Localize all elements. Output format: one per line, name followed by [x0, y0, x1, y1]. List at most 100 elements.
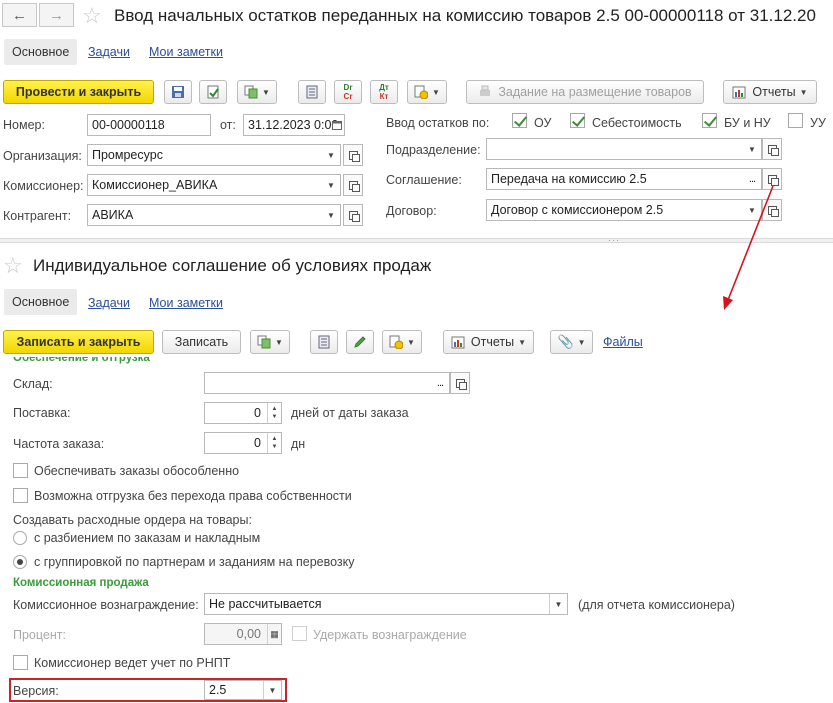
- version-value: 2.5: [209, 683, 227, 697]
- dr-icon-text: Dr: [343, 83, 353, 92]
- tab-main[interactable]: Основное: [4, 39, 78, 65]
- chevron-down-icon[interactable]: ▼: [743, 200, 761, 220]
- back-button[interactable]: ←: [2, 3, 37, 27]
- attachments-menu-button[interactable]: ▼: [382, 330, 422, 354]
- percent-value: 0,00: [236, 627, 261, 641]
- withhold-reward-label: Удержать вознаграждение: [313, 628, 467, 642]
- dt-cr-button[interactable]: Dr Cr: [334, 80, 362, 104]
- splitter-grip-icon[interactable]: ···: [608, 235, 620, 245]
- frequency-input[interactable]: 0 ▲ ▼: [204, 432, 282, 454]
- create-based-icon: [257, 335, 271, 349]
- chevron-down-icon: ▼: [275, 337, 283, 347]
- report-chart-icon: [732, 86, 746, 98]
- bu-nu-checkbox[interactable]: [702, 113, 717, 128]
- favorite-star-icon[interactable]: ☆: [82, 5, 102, 27]
- create-based-on-button[interactable]: ▼: [250, 330, 290, 354]
- agreement-value: Передача на комиссию 2.5: [491, 172, 647, 186]
- attachments-menu-button[interactable]: ▼: [407, 80, 447, 104]
- open-window-icon: [348, 210, 360, 222]
- organization-open-button[interactable]: [343, 144, 363, 166]
- more-dots-icon[interactable]: ...: [743, 169, 761, 189]
- chevron-down-icon[interactable]: ▼: [322, 145, 340, 165]
- window-splitter[interactable]: [0, 238, 833, 243]
- withhold-reward-checkbox: [292, 626, 307, 641]
- counterparty-label: Контрагент:: [3, 209, 72, 223]
- chevron-down-icon[interactable]: ▼: [549, 594, 567, 614]
- tab-tasks[interactable]: Задачи: [88, 296, 130, 310]
- save-button[interactable]: [164, 80, 192, 104]
- files-link[interactable]: Файлы: [603, 335, 643, 349]
- reward-note: (для отчета комиссионера): [578, 598, 735, 612]
- chevron-down-icon[interactable]: ▼: [743, 139, 761, 159]
- structure-button[interactable]: [310, 330, 338, 354]
- tab-notes[interactable]: Мои заметки: [149, 45, 223, 59]
- structure-button[interactable]: [298, 80, 326, 104]
- separate-provision-label: Обеспечивать заказы обособленно: [34, 464, 240, 478]
- chevron-down-icon[interactable]: ▼: [263, 681, 281, 699]
- shipment-without-ownership-checkbox[interactable]: [13, 488, 28, 503]
- warehouse-open-button[interactable]: [450, 372, 470, 394]
- ou-checkbox[interactable]: [512, 113, 527, 128]
- save-and-close-button[interactable]: Записать и закрыть: [3, 330, 154, 354]
- warehouse-select[interactable]: ...: [204, 372, 450, 394]
- favorite-star-icon[interactable]: ☆: [3, 255, 23, 277]
- date-input[interactable]: 31.12.2023 0:00:: [243, 114, 345, 136]
- commissioner-open-button[interactable]: [343, 174, 363, 196]
- reports-button[interactable]: Отчеты ▼: [723, 80, 817, 104]
- chevron-down-icon: ▼: [407, 337, 415, 347]
- list-icon: [318, 335, 330, 349]
- dt-kt-button[interactable]: Дт Кт: [370, 80, 398, 104]
- agreement-open-button[interactable]: [762, 168, 782, 190]
- agreement-select[interactable]: Передача на комиссию 2.5 ...: [486, 168, 762, 190]
- more-dots-icon[interactable]: ...: [431, 373, 449, 393]
- chevron-down-icon[interactable]: ▼: [322, 175, 340, 195]
- reward-value: Не рассчитывается: [209, 597, 322, 611]
- frequency-value: 0: [254, 436, 261, 450]
- post-and-close-button[interactable]: Провести и закрыть: [3, 80, 154, 104]
- contract-select[interactable]: Договор с комиссионером 2.5 ▼: [486, 199, 762, 221]
- division-select[interactable]: ▼: [486, 138, 762, 160]
- radio-by-partners[interactable]: [13, 555, 27, 569]
- number-input[interactable]: 00-00000118: [87, 114, 211, 136]
- ou-label: ОУ: [534, 116, 552, 130]
- attach-file-button[interactable]: 📎 ▼: [550, 330, 593, 354]
- organization-select[interactable]: Промресурс ▼: [87, 144, 341, 166]
- division-open-button[interactable]: [762, 138, 782, 160]
- chevron-down-icon: ▼: [432, 87, 440, 97]
- open-window-icon: [455, 378, 467, 390]
- stepper-icon[interactable]: ▲ ▼: [267, 403, 281, 423]
- stepper-icon[interactable]: ▲ ▼: [267, 433, 281, 453]
- counterparty-open-button[interactable]: [343, 204, 363, 226]
- chevron-down-icon[interactable]: ▼: [322, 205, 340, 225]
- uu-checkbox[interactable]: [788, 113, 803, 128]
- document-title: Ввод начальных остатков переданных на ко…: [114, 6, 816, 25]
- version-label: Версия:: [13, 684, 59, 698]
- edit-button[interactable]: [346, 330, 374, 354]
- pencil-icon: [354, 336, 366, 348]
- counterparty-select[interactable]: АВИКА ▼: [87, 204, 341, 226]
- tab-notes[interactable]: Мои заметки: [149, 296, 223, 310]
- post-button[interactable]: [199, 80, 227, 104]
- commissioner-select[interactable]: Комиссионер_АВИКА ▼: [87, 174, 341, 196]
- tab-main[interactable]: Основное: [4, 289, 78, 315]
- create-based-on-button[interactable]: ▼: [237, 80, 277, 104]
- version-select[interactable]: 2.5 ▼: [204, 680, 282, 700]
- percent-input: 0,00 ▦: [204, 623, 282, 645]
- calendar-icon[interactable]: [330, 115, 344, 135]
- tab-tasks[interactable]: Задачи: [88, 45, 130, 59]
- paperclip-icon: 📎: [557, 334, 574, 349]
- radio-by-orders[interactable]: [13, 531, 27, 545]
- chevron-down-icon: ▼: [518, 337, 527, 347]
- reports-button[interactable]: Отчеты ▼: [443, 330, 534, 354]
- separate-provision-checkbox[interactable]: [13, 463, 28, 478]
- reward-select[interactable]: Не рассчитывается ▼: [204, 593, 568, 615]
- floppy-icon: [172, 86, 184, 98]
- save-button[interactable]: Записать: [162, 330, 241, 354]
- forward-button[interactable]: →: [39, 3, 74, 27]
- agreement-label: Соглашение:: [386, 173, 462, 187]
- contract-open-button[interactable]: [762, 199, 782, 221]
- open-window-icon: [767, 144, 779, 156]
- delivery-input[interactable]: 0 ▲ ▼: [204, 402, 282, 424]
- rnpt-checkbox[interactable]: [13, 655, 28, 670]
- cost-checkbox[interactable]: [570, 113, 585, 128]
